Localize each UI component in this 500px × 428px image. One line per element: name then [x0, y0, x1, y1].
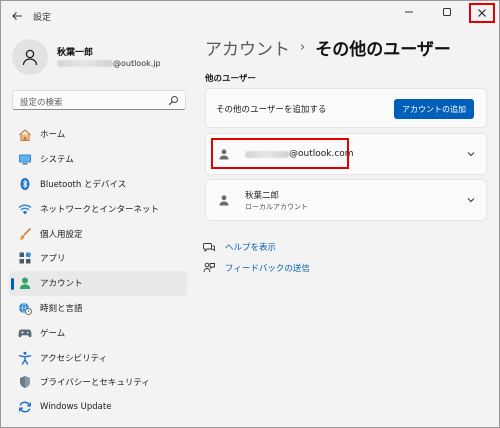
avatar[interactable] — [12, 39, 48, 75]
sidebar-item-personalization[interactable]: 個人用設定 — [9, 221, 187, 246]
email-domain: @outlook.com — [289, 149, 354, 159]
apps-icon — [17, 251, 32, 266]
brush-icon — [17, 226, 32, 241]
page-title: その他のユーザー — [315, 39, 451, 60]
minimize-button[interactable] — [395, 1, 423, 23]
maximize-button[interactable] — [433, 1, 461, 23]
sidebar-item-label: アクセシビリティ — [40, 353, 108, 364]
breadcrumb-separator: › — [300, 39, 306, 55]
sidebar-item-label: ホーム — [40, 130, 66, 141]
sidebar-item-label: ゲーム — [40, 328, 66, 339]
sidebar-item-windows-update[interactable]: Windows Update — [9, 395, 187, 420]
maximize-icon — [443, 8, 451, 16]
breadcrumb-parent[interactable]: アカウント — [205, 35, 290, 60]
sidebar-item-label: アカウント — [40, 279, 83, 290]
account-type: ローカルアカウント — [245, 203, 308, 211]
sidebar-item-system[interactable]: システム — [9, 147, 187, 172]
help-link-text[interactable]: ヘルプを表示 — [225, 241, 276, 253]
bluetooth-icon — [17, 177, 32, 192]
help-icon — [203, 241, 215, 253]
profile-name: 秋葉一郎 — [57, 48, 94, 58]
person-icon — [219, 195, 229, 206]
sidebar-item-gaming[interactable]: ゲーム — [9, 320, 187, 345]
settings-window: 設定 秋葉一郎 @outlook.jp 設定の検索 ホーム システム Bluet… — [0, 0, 500, 428]
chevron-down-icon[interactable] — [466, 195, 476, 205]
user-card-local[interactable]: 秋葉二郎 ローカルアカウント — [205, 179, 487, 221]
sidebar-item-label: 個人用設定 — [40, 229, 83, 240]
sidebar-item-label: システム — [40, 155, 74, 166]
home-icon — [17, 127, 32, 142]
redacted-email — [245, 150, 289, 158]
chevron-down-icon[interactable] — [466, 149, 476, 159]
close-icon — [478, 9, 486, 17]
window-title: 設定 — [33, 13, 52, 23]
search-placeholder: 設定の検索 — [20, 98, 63, 108]
user-name: 秋葉二郎 — [245, 191, 280, 201]
sidebar-item-label: 時刻と言語 — [40, 303, 83, 314]
feedback-icon — [203, 262, 215, 274]
person-icon — [219, 149, 229, 160]
feedback-link[interactable]: フィードバックの送信 — [203, 261, 310, 275]
update-icon — [17, 400, 32, 415]
account-icon — [17, 276, 32, 291]
breadcrumb: アカウント › その他のユーザー — [205, 35, 451, 60]
sidebar-item-label: プライバシーとセキュリティ — [40, 378, 150, 389]
sidebar-item-label: ネットワークとインターネット — [40, 204, 160, 215]
sidebar-item-home[interactable]: ホーム — [9, 122, 187, 147]
add-user-label: その他のユーザーを追加する — [216, 105, 327, 115]
accessibility-icon — [17, 350, 32, 365]
email-domain: @outlook.jp — [113, 59, 161, 68]
feedback-link-text[interactable]: フィードバックの送信 — [225, 262, 310, 274]
help-link[interactable]: ヘルプを表示 — [203, 240, 276, 254]
profile-email: @outlook.jp — [57, 59, 161, 68]
sidebar-item-accessibility[interactable]: アクセシビリティ — [9, 345, 187, 370]
search-input[interactable]: 設定の検索 — [12, 90, 186, 110]
sidebar-item-label: Bluetooth とデバイス — [40, 179, 127, 190]
shield-icon — [17, 375, 32, 390]
section-title: 他のユーザー — [205, 74, 256, 84]
person-icon — [22, 49, 38, 66]
gamepad-icon — [17, 325, 32, 340]
sidebar-item-time-language[interactable]: 時刻と言語 — [9, 296, 187, 321]
search-icon — [168, 96, 178, 106]
sidebar-item-label: Windows Update — [40, 402, 112, 413]
title-bar: 設定 — [1, 1, 499, 31]
sidebar-item-apps[interactable]: アプリ — [9, 246, 187, 271]
user-card-outlook[interactable]: @outlook.com — [205, 133, 487, 175]
wifi-icon — [17, 201, 32, 216]
close-button[interactable] — [469, 3, 495, 23]
sidebar-item-network[interactable]: ネットワークとインターネット — [9, 196, 187, 221]
active-indicator — [11, 277, 14, 290]
sidebar-item-bluetooth[interactable]: Bluetooth とデバイス — [9, 172, 187, 197]
sidebar-item-label: アプリ — [40, 254, 66, 265]
globe-clock-icon — [17, 301, 32, 316]
add-user-card: その他のユーザーを追加する アカウントの追加 — [205, 88, 487, 128]
sidebar-item-privacy[interactable]: プライバシーとセキュリティ — [9, 370, 187, 395]
system-icon — [17, 152, 32, 167]
redacted-email — [57, 60, 113, 67]
sidebar-nav: ホーム システム Bluetooth とデバイス ネットワークとインターネット … — [9, 122, 187, 420]
add-account-button[interactable]: アカウントの追加 — [394, 99, 474, 119]
back-button[interactable] — [9, 8, 25, 24]
user-email: @outlook.com — [245, 149, 354, 159]
sidebar-item-accounts[interactable]: アカウント — [9, 270, 187, 296]
back-arrow-icon — [12, 12, 22, 20]
minimize-icon — [405, 11, 413, 13]
